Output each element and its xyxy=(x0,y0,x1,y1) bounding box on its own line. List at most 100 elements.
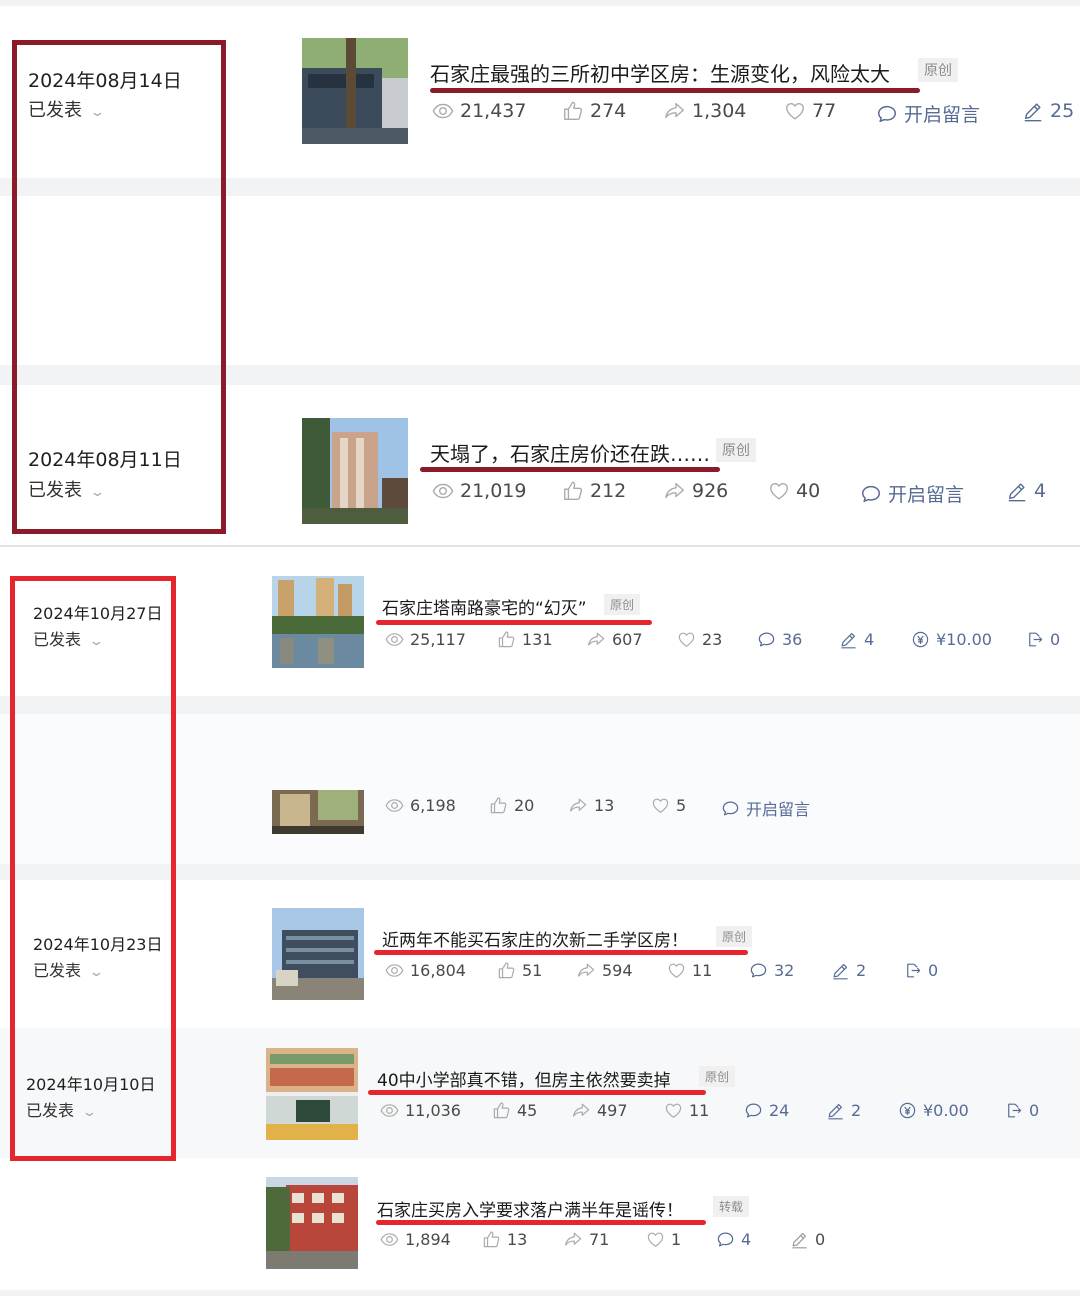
enable-comments-button[interactable]: 开启留言 xyxy=(860,480,964,507)
favs-count: 77 xyxy=(812,100,837,122)
likes-stat: 13 xyxy=(482,1230,527,1249)
likes-stat: 274 xyxy=(562,100,626,122)
edit-button[interactable]: 4 xyxy=(839,630,874,649)
edit-count: 2 xyxy=(856,961,867,980)
article-thumbnail[interactable] xyxy=(272,576,364,668)
shares-count: 1,304 xyxy=(692,100,747,122)
school-building-image xyxy=(266,1177,358,1269)
article-title[interactable]: 石家庄买房入学要求落户满半年是谣传！ xyxy=(377,1196,683,1221)
likes-count: 51 xyxy=(522,961,543,980)
edit-button[interactable]: 4 xyxy=(1006,480,1046,502)
likes-stat: 131 xyxy=(497,630,553,649)
classroom-collage-image xyxy=(266,1048,358,1140)
likes-count: 45 xyxy=(517,1101,538,1120)
article-title[interactable]: 40中小学部真不错，但房主依然要卖掉 xyxy=(377,1066,671,1091)
heart-icon xyxy=(664,1101,683,1120)
eye-icon xyxy=(380,1101,399,1120)
article-thumbnail[interactable] xyxy=(272,908,364,1000)
edit-count: 4 xyxy=(1034,480,1047,502)
export-button[interactable]: 0 xyxy=(1004,1101,1039,1120)
edit-button[interactable]: 0 xyxy=(790,1230,825,1249)
original-badge: 原创 xyxy=(604,594,641,615)
views-count: 11,036 xyxy=(405,1101,461,1120)
comments-count: 24 xyxy=(769,1101,790,1120)
shares-stat: 71 xyxy=(564,1230,609,1249)
export-button[interactable]: 0 xyxy=(903,961,938,980)
comments-count: 4 xyxy=(741,1230,752,1249)
original-badge: 原创 xyxy=(716,438,756,462)
shares-count: 594 xyxy=(602,961,633,980)
stats-row: 1,894 13 71 1 4 0 xyxy=(380,1230,880,1254)
shares-stat: 607 xyxy=(587,630,643,649)
views-count: 1,894 xyxy=(405,1230,451,1249)
heart-icon xyxy=(646,1230,665,1249)
export-button[interactable]: 0 xyxy=(1025,630,1060,649)
edit-count: 0 xyxy=(815,1230,826,1249)
heart-icon xyxy=(667,961,686,980)
original-badge: 原创 xyxy=(699,1066,736,1087)
red-underline-annotation xyxy=(376,620,652,625)
favs-stat: 77 xyxy=(784,100,836,122)
section-divider xyxy=(0,545,1080,547)
likes-count: 131 xyxy=(522,630,553,649)
article-thumbnail[interactable] xyxy=(272,790,364,834)
article-thumbnail[interactable] xyxy=(302,418,408,524)
shares-count: 497 xyxy=(597,1101,628,1120)
edit-button[interactable]: 2 xyxy=(831,961,866,980)
likes-count: 212 xyxy=(590,480,627,502)
repost-badge: 转载 xyxy=(713,1196,750,1217)
views-count: 16,804 xyxy=(410,961,466,980)
article-thumbnail[interactable] xyxy=(302,38,408,144)
comments-button[interactable]: 32 xyxy=(749,961,794,980)
comment-bubble-icon xyxy=(876,103,898,125)
favs-count: 5 xyxy=(676,796,687,815)
pen-icon xyxy=(1022,100,1044,122)
stats-row: 21,019 212 926 40 开启留言 4 xyxy=(432,480,1080,506)
article-title[interactable]: 石家庄塔南路豪宅的“幻灭” xyxy=(382,594,587,619)
views-count: 6,198 xyxy=(410,796,456,815)
article-title[interactable]: 天塌了，石家庄房价还在跌…… xyxy=(430,438,710,467)
eye-icon xyxy=(432,480,454,502)
export-icon xyxy=(1004,1101,1023,1120)
article-title[interactable]: 石家庄最强的三所初中学区房：生源变化，风险太大 xyxy=(430,58,890,87)
enable-comments-button[interactable]: 开启留言 xyxy=(721,796,810,820)
favs-count: 40 xyxy=(796,480,821,502)
article-title[interactable]: 近两年不能买石家庄的次新二手学区房！ xyxy=(382,926,688,951)
comment-bubble-icon xyxy=(744,1101,763,1120)
shares-count: 926 xyxy=(692,480,729,502)
eye-icon xyxy=(385,630,404,649)
shares-stat: 497 xyxy=(572,1101,628,1120)
heart-icon xyxy=(784,100,806,122)
edit-button[interactable]: 25 xyxy=(1022,100,1074,122)
eye-icon xyxy=(432,100,454,122)
likes-stat: 20 xyxy=(489,796,534,815)
reward-button[interactable]: ¥0.00 xyxy=(898,1101,969,1120)
comments-button[interactable]: 36 xyxy=(757,630,802,649)
favs-stat: 40 xyxy=(768,480,820,502)
favs-count: 23 xyxy=(702,630,723,649)
article-thumbnail[interactable] xyxy=(266,1048,358,1140)
views-stat: 25,117 xyxy=(385,630,466,649)
views-stat: 21,437 xyxy=(432,100,526,122)
likes-stat: 51 xyxy=(497,961,542,980)
comments-button[interactable]: 4 xyxy=(716,1230,751,1249)
red-underline-annotation xyxy=(430,88,920,93)
shares-count: 13 xyxy=(594,796,615,815)
export-icon xyxy=(1025,630,1044,649)
views-stat: 16,804 xyxy=(385,961,466,980)
share-icon xyxy=(569,796,588,815)
export-count: 0 xyxy=(1050,630,1061,649)
eye-icon xyxy=(380,1230,399,1249)
annotation-frame-top xyxy=(12,40,226,534)
shares-stat: 1,304 xyxy=(664,100,746,122)
comment-bubble-icon xyxy=(716,1230,735,1249)
edit-button[interactable]: 2 xyxy=(826,1101,861,1120)
glass-building-image xyxy=(272,908,364,1000)
favs-count: 1 xyxy=(671,1230,682,1249)
comments-button[interactable]: 24 xyxy=(744,1101,789,1120)
enable-comments-button[interactable]: 开启留言 xyxy=(876,100,980,127)
views-count: 21,019 xyxy=(460,480,527,502)
article-thumbnail[interactable] xyxy=(266,1177,358,1269)
reward-button[interactable]: ¥10.00 xyxy=(911,630,992,649)
comment-bubble-icon xyxy=(860,483,882,505)
